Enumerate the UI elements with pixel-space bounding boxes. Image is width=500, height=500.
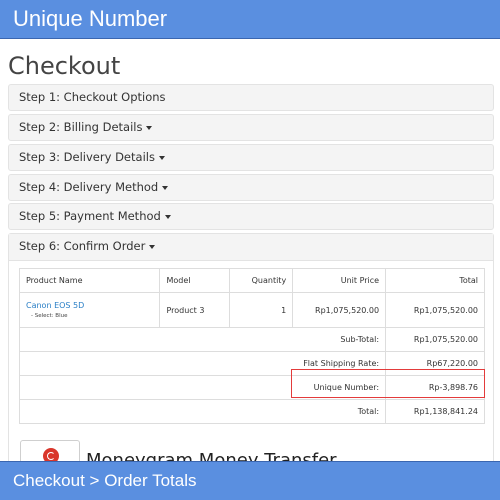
step-payment-method[interactable]: Step 5: Payment Method xyxy=(8,203,494,230)
caret-down-icon xyxy=(146,125,153,130)
header-model: Model xyxy=(159,268,231,293)
shipping-label: Flat Shipping Rate: xyxy=(18,351,387,376)
header-product-name: Product Name xyxy=(18,268,161,293)
product-total: Rp1,075,520.00 xyxy=(385,292,485,328)
shipping-value: Rp67,220.00 xyxy=(385,351,485,376)
header-unit-price: Unit Price xyxy=(292,268,387,293)
step-label: Step 1: Checkout Options xyxy=(19,90,166,104)
step-label: Step 4: Delivery Method xyxy=(19,180,159,194)
step-confirm-order[interactable]: Step 6: Confirm Order xyxy=(9,234,493,261)
product-unit-price: Rp1,075,520.00 xyxy=(292,292,387,328)
step-billing-details[interactable]: Step 2: Billing Details xyxy=(8,114,494,141)
step-delivery-method[interactable]: Step 4: Delivery Method xyxy=(8,174,494,201)
subtotal-value: Rp1,075,520.00 xyxy=(385,327,485,352)
caret-down-icon xyxy=(162,185,169,190)
product-option: - Select: Blue xyxy=(31,313,68,319)
unique-number-row: Unique Number: Rp-3,898.76 xyxy=(18,375,485,400)
unique-number-value: Rp-3,898.76 xyxy=(385,375,485,400)
page-title: Checkout xyxy=(8,52,121,80)
total-value: Rp1,138,841.24 xyxy=(385,399,485,424)
total-row: Total: Rp1,138,841.24 xyxy=(18,399,485,424)
header-total: Total xyxy=(385,268,485,293)
step-label: Step 3: Delivery Details xyxy=(19,150,155,164)
shipping-row: Flat Shipping Rate: Rp67,220.00 xyxy=(18,351,485,376)
caret-down-icon xyxy=(158,155,165,160)
step-checkout-options[interactable]: Step 1: Checkout Options xyxy=(8,84,494,111)
order-table: Product Name Model Quantity Unit Price T… xyxy=(18,268,485,424)
banner-divider xyxy=(0,38,500,39)
step-label: Step 6: Confirm Order xyxy=(19,239,146,253)
subtotal-row: Sub-Total: Rp1,075,520.00 xyxy=(18,327,485,352)
unique-number-label: Unique Number: xyxy=(18,375,387,400)
top-banner: Unique Number xyxy=(0,0,500,38)
product-name-cell: Canon EOS 5D - Select: Blue xyxy=(18,292,161,328)
caret-down-icon xyxy=(149,244,156,249)
step-label: Step 5: Payment Method xyxy=(19,209,161,223)
product-model: Product 3 xyxy=(159,292,231,328)
total-label: Total: xyxy=(18,399,387,424)
header-quantity: Quantity xyxy=(229,268,294,293)
caret-down-icon xyxy=(164,214,171,219)
table-row: Canon EOS 5D - Select: Blue Product 3 1 … xyxy=(18,292,485,328)
product-link[interactable]: Canon EOS 5D xyxy=(26,301,153,310)
subtotal-label: Sub-Total: xyxy=(18,327,387,352)
step-delivery-details[interactable]: Step 3: Delivery Details xyxy=(8,144,494,171)
product-quantity: 1 xyxy=(229,292,294,328)
table-header-row: Product Name Model Quantity Unit Price T… xyxy=(18,268,485,293)
step-label: Step 2: Billing Details xyxy=(19,120,143,134)
bottom-caption-banner: Checkout > Order Totals xyxy=(0,461,500,500)
